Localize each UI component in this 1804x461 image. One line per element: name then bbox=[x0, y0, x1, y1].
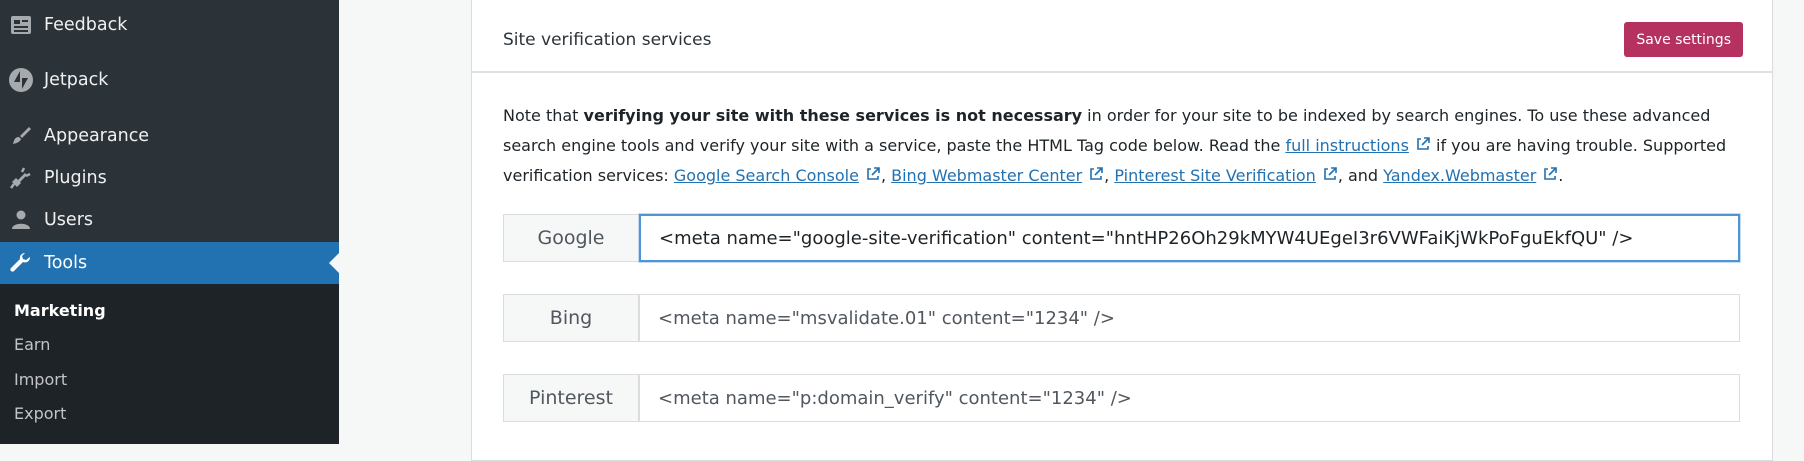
submenu-item-marketing[interactable]: Marketing bbox=[14, 301, 106, 320]
paintbrush-icon bbox=[8, 123, 34, 149]
full-instructions-link[interactable]: full instructions bbox=[1285, 136, 1408, 155]
bing-webmaster-center-link[interactable]: Bing Webmaster Center bbox=[891, 166, 1082, 185]
description-text: Note that bbox=[503, 106, 584, 125]
sidebar-item-feedback[interactable]: Feedback bbox=[0, 4, 339, 46]
card-title: Site verification services bbox=[503, 30, 712, 50]
sidebar-item-label: Tools bbox=[44, 253, 88, 273]
yandex-webmaster-link[interactable]: Yandex.Webmaster bbox=[1383, 166, 1536, 185]
pinterest-verification-row: Pinterest bbox=[503, 374, 1742, 422]
sidebar-item-appearance[interactable]: Appearance bbox=[0, 115, 339, 157]
sidebar-item-label: Feedback bbox=[44, 15, 128, 35]
google-search-console-link[interactable]: Google Search Console bbox=[674, 166, 859, 185]
wrench-icon bbox=[8, 250, 34, 276]
bing-verification-row: Bing bbox=[503, 294, 1742, 342]
sidebar-item-label: Appearance bbox=[44, 126, 150, 146]
save-settings-button[interactable]: Save settings bbox=[1624, 22, 1743, 57]
bing-verification-input[interactable] bbox=[639, 294, 1740, 342]
submenu-item-export[interactable]: Export bbox=[14, 404, 66, 423]
sidebar-item-label: Plugins bbox=[44, 168, 107, 188]
sidebar-item-plugins[interactable]: Plugins bbox=[0, 157, 339, 199]
site-verification-card: Site verification services Save settings… bbox=[471, 0, 1773, 461]
google-label: Google bbox=[503, 214, 639, 262]
submenu-item-import[interactable]: Import bbox=[14, 370, 67, 389]
sidebar-item-users[interactable]: Users bbox=[0, 199, 339, 241]
sidebar-item-label: Users bbox=[44, 210, 94, 230]
description-text: , and bbox=[1337, 166, 1384, 185]
description-text: , bbox=[1104, 166, 1115, 185]
jetpack-icon bbox=[8, 67, 34, 93]
google-verification-row: Google bbox=[503, 214, 1742, 262]
card-header: Site verification services Save settings bbox=[472, 0, 1772, 73]
sidebar-item-jetpack[interactable]: Jetpack bbox=[0, 59, 339, 101]
tools-submenu: Marketing Earn Import Export bbox=[0, 284, 339, 444]
bing-label: Bing bbox=[503, 294, 639, 342]
pinterest-verification-input[interactable] bbox=[639, 374, 1740, 422]
submenu-item-earn[interactable]: Earn bbox=[14, 335, 50, 354]
description-text: . bbox=[1558, 166, 1564, 185]
external-link-icon bbox=[867, 167, 880, 180]
google-verification-input[interactable] bbox=[639, 214, 1740, 262]
plugin-icon bbox=[8, 165, 34, 191]
verification-description: Note that verifying your site with these… bbox=[503, 101, 1743, 191]
external-link-icon bbox=[1544, 167, 1558, 180]
external-link-icon bbox=[1417, 137, 1430, 150]
pinterest-label: Pinterest bbox=[503, 374, 639, 422]
sidebar-item-tools[interactable]: Tools bbox=[0, 242, 339, 284]
description-text: , bbox=[880, 166, 892, 185]
external-link-icon bbox=[1090, 167, 1103, 180]
admin-sidebar: Feedback Jetpack Appearance Plugins User… bbox=[0, 0, 339, 444]
sidebar-item-label: Jetpack bbox=[44, 70, 109, 90]
users-icon bbox=[8, 207, 34, 233]
feedback-icon bbox=[8, 12, 34, 38]
external-link-icon bbox=[1324, 167, 1337, 180]
description-bold: verifying your site with these services … bbox=[583, 106, 1083, 125]
pinterest-site-verification-link[interactable]: Pinterest Site Verification bbox=[1114, 166, 1315, 185]
